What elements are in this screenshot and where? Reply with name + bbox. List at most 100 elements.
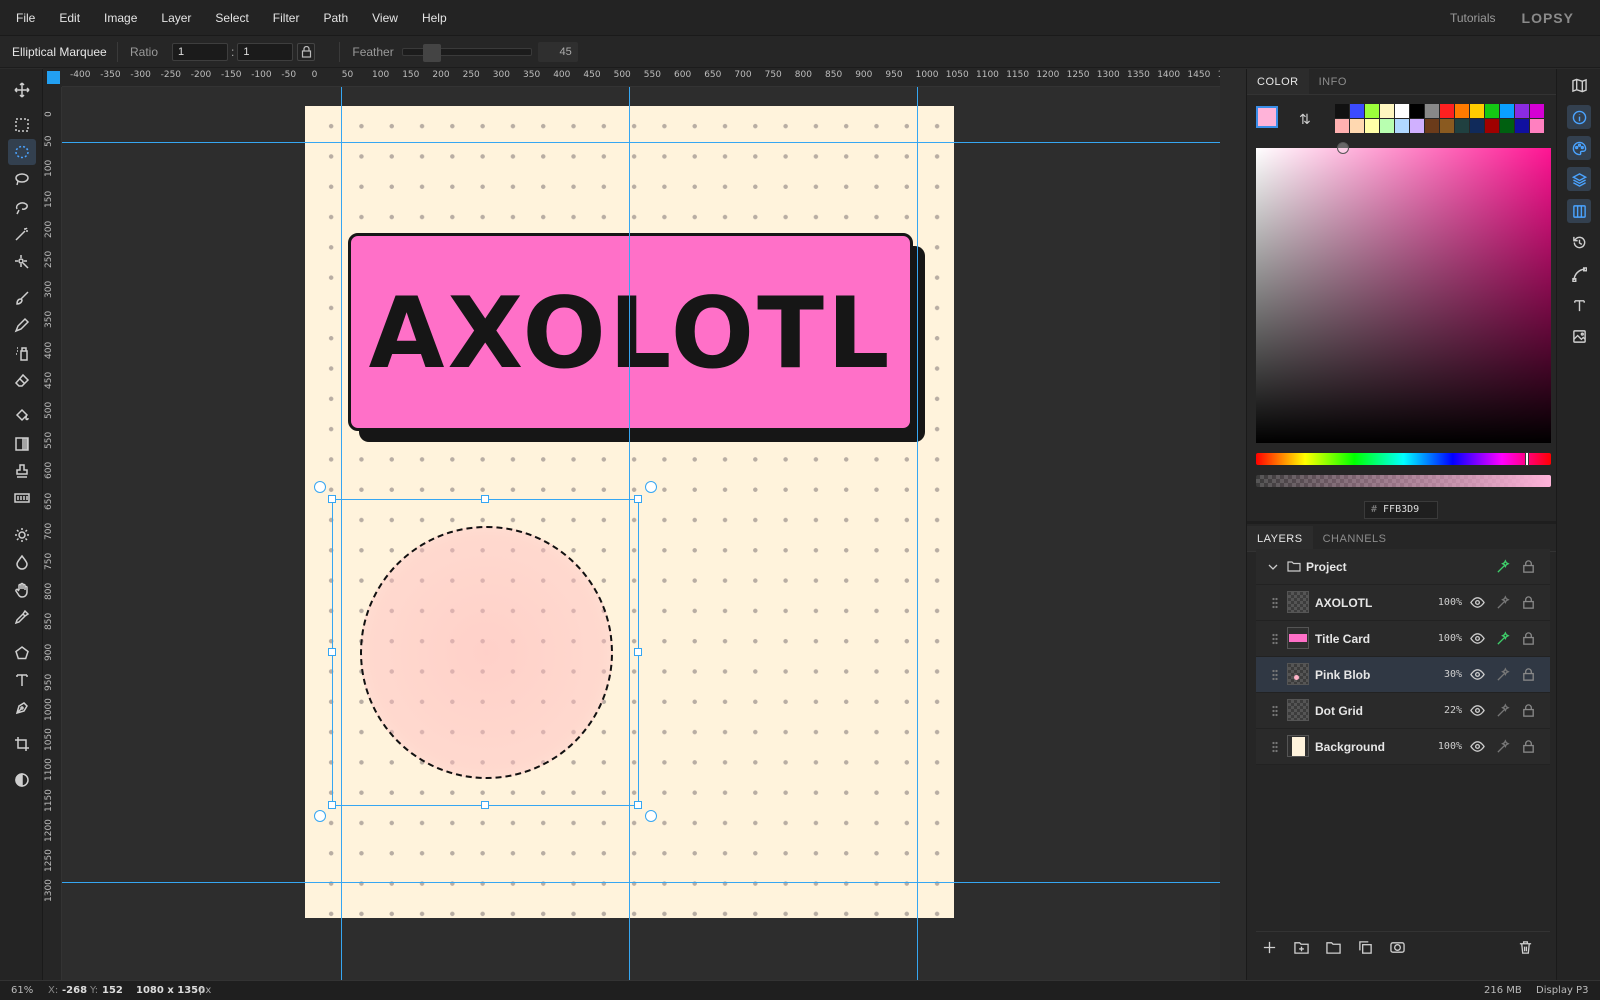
- palette-swatch[interactable]: [1425, 119, 1439, 133]
- feather-value-input[interactable]: 45: [537, 41, 578, 62]
- palette-swatch[interactable]: [1350, 119, 1364, 133]
- palette-swatch[interactable]: [1515, 104, 1529, 118]
- layer-row-background[interactable]: Background 100%: [1256, 729, 1550, 765]
- color-profile[interactable]: Display P3: [1536, 985, 1588, 996]
- transform-handle-b[interactable]: [481, 801, 489, 809]
- layer-row-title-card[interactable]: Title Card 100%: [1256, 621, 1550, 657]
- paths-panel-button[interactable]: [1567, 262, 1591, 286]
- guide-vertical[interactable]: [629, 87, 630, 980]
- gradient-tool[interactable]: [8, 431, 36, 457]
- drag-handle-icon[interactable]: [1272, 633, 1278, 645]
- palette-swatch[interactable]: [1395, 119, 1409, 133]
- hue-slider-knob[interactable]: [1525, 452, 1529, 466]
- layer-opacity[interactable]: 22%: [1416, 705, 1462, 716]
- layer-row-axolotl[interactable]: AXOLOTL 100%: [1256, 585, 1550, 621]
- ratio-height-input[interactable]: 1: [237, 42, 294, 61]
- palette-swatch[interactable]: [1500, 104, 1514, 118]
- magic-wand-tool[interactable]: [8, 221, 36, 247]
- menu-layer[interactable]: Layer: [149, 0, 203, 36]
- menu-file[interactable]: File: [0, 0, 47, 36]
- tab-channels[interactable]: CHANNELS: [1313, 526, 1397, 551]
- effects-icon[interactable]: [1496, 559, 1511, 577]
- hex-value[interactable]: FFB3D9: [1383, 504, 1419, 515]
- drag-handle-icon[interactable]: [1272, 705, 1278, 717]
- mask-button[interactable]: [1390, 940, 1406, 956]
- palette-swatch[interactable]: [1455, 104, 1469, 118]
- drag-handle-icon[interactable]: [1272, 741, 1278, 753]
- palette-swatch[interactable]: [1485, 104, 1499, 118]
- contrast-tool[interactable]: [8, 767, 36, 793]
- tutorials-link[interactable]: Tutorials: [1450, 11, 1496, 25]
- palette-swatch[interactable]: [1410, 119, 1424, 133]
- magnetic-lasso-tool[interactable]: [8, 194, 36, 220]
- guide-vertical[interactable]: [341, 87, 342, 980]
- menu-select[interactable]: Select: [203, 0, 260, 36]
- eye-icon[interactable]: [1470, 667, 1485, 685]
- chevron-down-icon[interactable]: [1268, 562, 1278, 572]
- menu-help[interactable]: Help: [410, 0, 459, 36]
- effects-icon[interactable]: [1496, 595, 1511, 613]
- palette-swatch[interactable]: [1440, 119, 1454, 133]
- history-panel-button[interactable]: [1567, 230, 1591, 254]
- swap-colors-icon[interactable]: ⇅: [1299, 111, 1311, 128]
- palette-swatch[interactable]: [1515, 119, 1529, 133]
- eraser-tool[interactable]: [8, 367, 36, 393]
- ruler-left[interactable]: 0 50 100 150 200 250 300 350 400 450 500 550 600 650 7…: [43, 87, 62, 980]
- saturation-value-picker[interactable]: [1256, 142, 1551, 443]
- channels-panel-button[interactable]: [1567, 199, 1591, 223]
- eye-icon[interactable]: [1470, 703, 1485, 721]
- palette-swatch[interactable]: [1395, 104, 1409, 118]
- menu-path[interactable]: Path: [311, 0, 360, 36]
- eyedropper-tool[interactable]: [8, 604, 36, 630]
- duplicate-layer-button[interactable]: [1358, 940, 1374, 956]
- ruler-origin-marker[interactable]: [47, 71, 60, 84]
- ratio-width-input[interactable]: 1: [172, 42, 229, 61]
- transform-handle-tl[interactable]: [328, 495, 336, 503]
- foreground-color-swatch[interactable]: [1256, 106, 1278, 128]
- canvas-workspace[interactable]: AXOLOTL: [62, 87, 1220, 980]
- transform-handle-t[interactable]: [481, 495, 489, 503]
- transform-handle-bl[interactable]: [328, 801, 336, 809]
- palette-swatch[interactable]: [1470, 119, 1484, 133]
- ratio-lock-button[interactable]: [297, 42, 316, 61]
- feather-slider[interactable]: [401, 43, 532, 62]
- lock-icon[interactable]: [1521, 631, 1536, 649]
- layer-name[interactable]: Dot Grid: [1315, 704, 1363, 718]
- crop-tool[interactable]: [8, 731, 36, 757]
- layer-name[interactable]: Pink Blob: [1315, 668, 1370, 682]
- transform-box[interactable]: [332, 499, 639, 806]
- blur-tool[interactable]: [8, 549, 36, 575]
- axolotl-title-text[interactable]: AXOLOTL: [369, 277, 893, 391]
- sv-picker-knob[interactable]: [1337, 142, 1349, 154]
- new-folder-button[interactable]: [1326, 940, 1342, 956]
- alpha-slider[interactable]: [1256, 475, 1551, 487]
- lasso-tool[interactable]: [8, 166, 36, 192]
- layer-name[interactable]: Background: [1315, 740, 1385, 754]
- tab-layers[interactable]: LAYERS: [1247, 526, 1313, 551]
- layer-name[interactable]: AXOLOTL: [1315, 596, 1372, 610]
- title-card[interactable]: AXOLOTL: [348, 233, 913, 431]
- rotate-handle-br[interactable]: [645, 810, 657, 822]
- type-tool[interactable]: [8, 667, 36, 693]
- palette-swatch[interactable]: [1350, 104, 1364, 118]
- palette-swatch[interactable]: [1335, 104, 1349, 118]
- palette-swatch[interactable]: [1335, 119, 1349, 133]
- eye-icon[interactable]: [1470, 595, 1485, 613]
- lock-icon[interactable]: [1521, 703, 1536, 721]
- move-tool[interactable]: [8, 77, 36, 103]
- transform-handle-l[interactable]: [328, 648, 336, 656]
- rect-marquee-tool[interactable]: [8, 112, 36, 138]
- layer-group-project[interactable]: Project: [1256, 549, 1550, 585]
- guide-vertical[interactable]: [917, 87, 918, 980]
- menu-view[interactable]: View: [360, 0, 410, 36]
- palette-swatch[interactable]: [1410, 104, 1424, 118]
- hex-input[interactable]: # FFB3D9: [1364, 501, 1438, 519]
- palette-swatch[interactable]: [1365, 119, 1379, 133]
- rotate-handle-tr[interactable]: [645, 481, 657, 493]
- lock-icon[interactable]: [1521, 739, 1536, 757]
- hand-tool[interactable]: [8, 577, 36, 603]
- polygon-tool[interactable]: [8, 640, 36, 666]
- layer-opacity[interactable]: 30%: [1416, 669, 1462, 680]
- pattern-tool[interactable]: [8, 485, 36, 511]
- menu-edit[interactable]: Edit: [47, 0, 92, 36]
